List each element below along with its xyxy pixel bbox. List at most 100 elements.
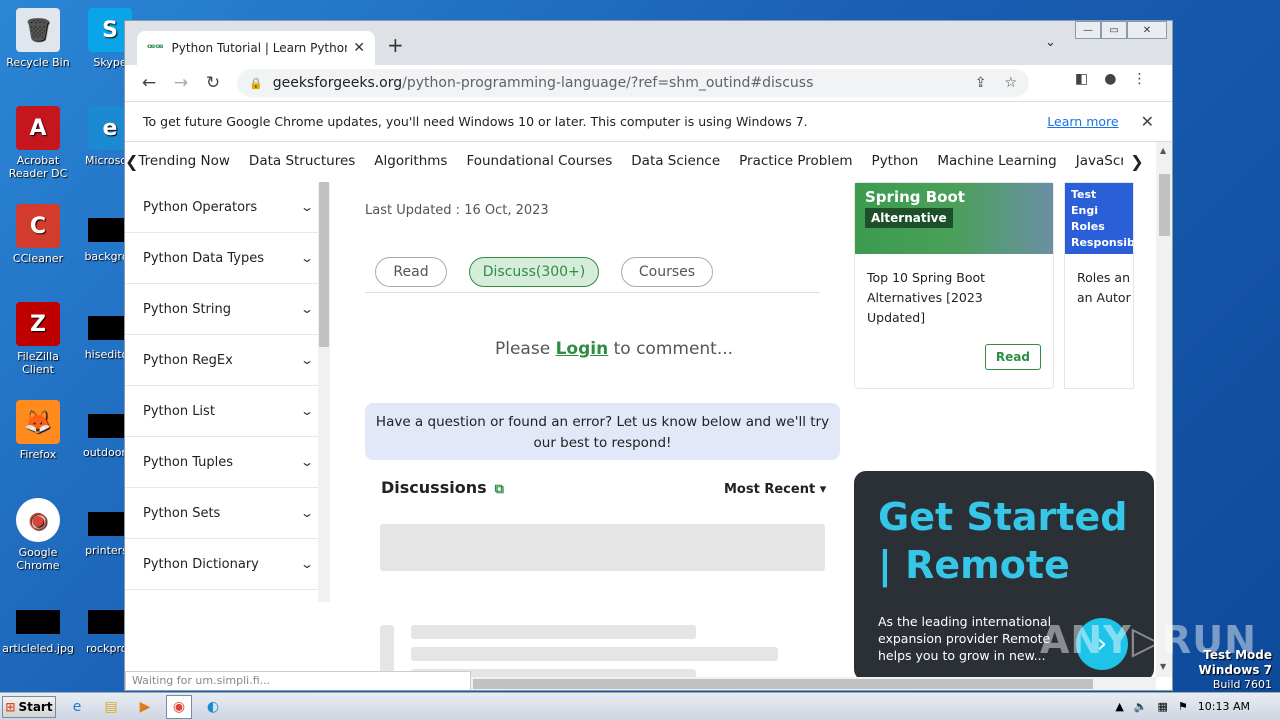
browser-tab[interactable]: ꟹꟹ Python Tutorial | Learn Python Progr … [137, 31, 375, 65]
update-infobar: To get future Google Chrome updates, you… [125, 101, 1172, 142]
nav-item[interactable]: Foundational Courses [466, 153, 612, 169]
external-link-icon[interactable]: ⧉ [495, 482, 504, 497]
card-thumbnail: Test Engi Roles Responsib [1065, 183, 1133, 254]
tray-expand-icon[interactable]: ▲ [1115, 700, 1123, 713]
address-bar[interactable]: 🔒 geeksforgeeks.org/python-programming-l… [237, 69, 1029, 97]
new-tab-button[interactable]: + [387, 33, 404, 57]
scroll-down-icon[interactable]: ▼ [1160, 662, 1166, 671]
scrollbar-thumb[interactable] [473, 679, 1093, 689]
category-nav: ❮ Trending Now Data Structures Algorithm… [125, 142, 1156, 180]
side-panel-icon[interactable]: ◧ [1075, 71, 1088, 87]
nav-item[interactable]: Practice Problem [739, 153, 852, 169]
back-icon[interactable]: ← [133, 73, 165, 93]
article-card[interactable]: Test Engi Roles Responsib Roles an an Aut… [1064, 182, 1134, 389]
start-button[interactable]: ⊞ Start [2, 695, 56, 718]
courses-tab[interactable]: Courses [621, 257, 713, 287]
read-button[interactable]: Read [984, 344, 1041, 370]
sidebar-item[interactable]: Python Sets ⌄ [125, 488, 330, 539]
edge-taskbar-icon[interactable]: ◐ [200, 695, 226, 719]
chevron-down-icon[interactable]: ⌄ [300, 200, 314, 214]
close-window-button[interactable]: ✕ [1127, 21, 1167, 39]
nav-item[interactable]: Trending Now [138, 153, 230, 169]
menu-icon[interactable]: ⋮ [1132, 71, 1146, 87]
login-link[interactable]: Login [556, 339, 609, 359]
ad-text: As the leading international expansion p… [878, 614, 1052, 663]
chevron-down-icon[interactable]: ⌄ [300, 506, 314, 520]
nav-item[interactable]: Algorithms [374, 153, 447, 169]
ad-heading: Get Started | Remote [878, 495, 1128, 587]
read-tab[interactable]: Read [375, 257, 447, 287]
loading-skeleton [411, 647, 778, 661]
acrobat-icon[interactable]: A Acrobat Reader DC [0, 106, 76, 180]
article-tabs: Read Discuss(300+) Courses [375, 257, 713, 287]
sidebar-item[interactable]: Python Operators ⌄ [125, 182, 330, 233]
nav-item[interactable]: Python [872, 153, 919, 169]
chevron-down-icon[interactable]: ⌄ [300, 455, 314, 469]
tab-search-icon[interactable]: ⌄ [1045, 35, 1056, 50]
bookmark-star-icon[interactable]: ☆ [1004, 75, 1017, 91]
sidebar-item[interactable]: Python Data Types ⌄ [125, 233, 330, 284]
sidebar-item[interactable]: Python Dictionary ⌄ [125, 539, 330, 590]
scrollbar-thumb[interactable] [1159, 174, 1170, 236]
recycle-bin-icon[interactable]: 🗑 Recycle Bin [0, 8, 76, 69]
chevron-down-icon[interactable]: ⌄ [300, 302, 314, 316]
nav-item[interactable]: Machine Learning [937, 153, 1056, 169]
nav-item[interactable]: Data Science [631, 153, 720, 169]
chevron-down-icon[interactable]: ⌄ [300, 557, 314, 571]
browser-toolbar: ← → ↻ 🔒 geeksforgeeks.org/python-program… [125, 65, 1172, 101]
lock-icon[interactable]: 🔒 [249, 77, 263, 90]
chrome-taskbar-icon[interactable]: ◉ [166, 694, 192, 719]
browser-window: ꟹꟹ Python Tutorial | Learn Python Progr … [124, 20, 1173, 691]
chevron-down-icon[interactable]: ⌄ [300, 251, 314, 265]
sidebar-item[interactable]: Python Tuples ⌄ [125, 437, 330, 488]
os-watermark: Test Mode Windows 7 Build 7601 [1198, 648, 1272, 691]
close-infobar-icon[interactable]: ✕ [1141, 112, 1154, 131]
card-title[interactable]: Top 10 Spring Boot Alternatives [2023 Up… [855, 254, 1053, 342]
volume-icon[interactable]: 🔈 [1134, 700, 1148, 713]
gfg-favicon-icon: ꟹꟹ [147, 41, 164, 55]
chrome-icon[interactable]: ◉ Google Chrome [0, 498, 76, 572]
sidebar-item[interactable]: Python RegEx ⌄ [125, 335, 330, 386]
chevron-down-icon[interactable]: ⌄ [300, 404, 314, 418]
sidebar-item[interactable]: Python List ⌄ [125, 386, 330, 437]
toolbar-right: ◧ ● ⋮ [1075, 71, 1146, 87]
web-page: ❮ Trending Now Data Structures Algorithm… [125, 142, 1156, 677]
ie-taskbar-icon[interactable]: e [64, 695, 90, 719]
sidebar-item[interactable]: Python String ⌄ [125, 284, 330, 335]
chevron-down-icon[interactable]: ⌄ [300, 353, 314, 367]
card-title[interactable]: Roles an an Autor [1065, 254, 1133, 322]
forward-icon[interactable]: → [165, 73, 197, 93]
sort-dropdown[interactable]: Most Recent ▾ [724, 482, 826, 497]
scroll-up-icon[interactable]: ▲ [1160, 146, 1166, 155]
network-icon[interactable]: ▦ [1158, 700, 1168, 713]
maximize-button[interactable]: ▭ [1101, 21, 1127, 39]
divider [365, 292, 820, 293]
reload-icon[interactable]: ↻ [197, 73, 229, 93]
media-player-taskbar-icon[interactable]: ▶ [132, 695, 158, 719]
sidebar-scrollbar[interactable] [318, 182, 330, 602]
firefox-icon[interactable]: 🦊 Firefox [0, 400, 76, 461]
last-updated: Last Updated : 16 Oct, 2023 [365, 203, 549, 218]
nav-item[interactable]: Data Structures [249, 153, 355, 169]
card-thumbnail: Spring Boot Alternative [855, 183, 1053, 254]
learn-more-link[interactable]: Learn more [1047, 114, 1118, 129]
url-host: geeksforgeeks.org [272, 75, 403, 91]
window-controls: — ▭ ✕ [1075, 21, 1167, 39]
explorer-taskbar-icon[interactable]: ▤ [98, 695, 124, 719]
profile-icon[interactable]: ● [1104, 71, 1116, 87]
discuss-tab[interactable]: Discuss(300+) [469, 257, 599, 287]
ccleaner-icon[interactable]: C CCleaner [0, 204, 76, 265]
article-card[interactable]: Spring Boot Alternative Top 10 Spring Boo… [854, 182, 1054, 389]
image-file-icon[interactable]: articleled.jpg [0, 596, 76, 655]
nav-right-arrow-icon[interactable]: ❯ [1123, 151, 1151, 171]
tab-strip: ꟹꟹ Python Tutorial | Learn Python Progr … [125, 21, 1172, 65]
nav-left-arrow-icon[interactable]: ❮ [125, 152, 138, 171]
clock[interactable]: 10:13 AM [1198, 700, 1250, 713]
login-prompt: Please Login to comment... [495, 339, 734, 359]
share-icon[interactable]: ⇪ [975, 75, 987, 91]
page-scrollbar[interactable]: ▲ ▼ [1156, 142, 1172, 677]
action-center-icon[interactable]: ⚑ [1178, 700, 1188, 713]
minimize-button[interactable]: — [1075, 21, 1101, 39]
filezilla-icon[interactable]: Z FileZilla Client [0, 302, 76, 376]
close-tab-icon[interactable]: ✕ [353, 40, 365, 56]
